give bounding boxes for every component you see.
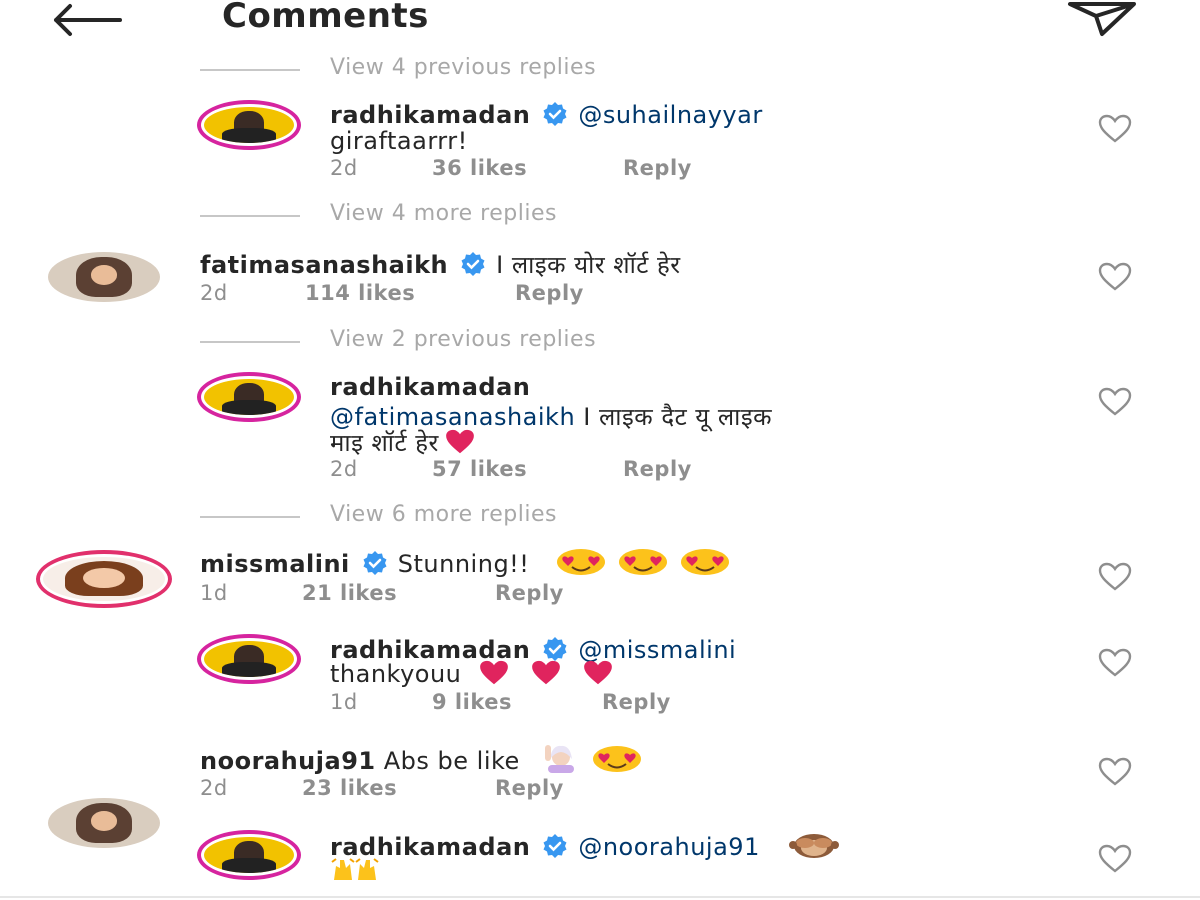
thread-line — [200, 69, 300, 71]
verified-badge-icon — [543, 102, 567, 126]
avatar[interactable] — [197, 100, 301, 150]
likes-count[interactable]: 36 likes — [432, 156, 527, 180]
verified-badge-icon — [543, 834, 567, 858]
comment-body: Abs be like — [383, 747, 520, 775]
thread-line — [200, 341, 300, 343]
mention-link[interactable]: @noorahuja91 — [578, 833, 760, 861]
like-heart-icon[interactable] — [1098, 648, 1132, 678]
avatar[interactable] — [36, 550, 172, 608]
like-heart-icon[interactable] — [1098, 387, 1132, 417]
mention-link[interactable]: @suhailnayyar — [578, 101, 762, 129]
reply-button[interactable]: Reply — [602, 690, 671, 714]
woman-raising-hand-emoji-icon — [538, 745, 588, 775]
username[interactable]: missmalini — [200, 550, 350, 578]
reply-button[interactable]: Reply — [495, 581, 564, 605]
comment-text: radhikamadan @suhailnayyar — [330, 101, 763, 129]
page-title: Comments — [222, 0, 429, 36]
avatar[interactable] — [197, 830, 301, 880]
red-heart-emoji-icon — [470, 660, 618, 688]
thread-line — [200, 215, 300, 217]
likes-count[interactable]: 114 likes — [305, 281, 415, 305]
verified-badge-icon — [461, 252, 485, 276]
reply-button[interactable]: Reply — [623, 156, 692, 180]
direct-message-icon[interactable] — [1066, 0, 1138, 38]
comment-text-line2: thankyouu — [330, 660, 618, 688]
reply-button[interactable]: Reply — [495, 776, 564, 800]
like-heart-icon[interactable] — [1098, 757, 1132, 787]
comment-text: radhikamadan @noorahuja91 — [330, 831, 840, 861]
username[interactable]: radhikamadan — [330, 833, 530, 861]
back-arrow-icon[interactable] — [50, 2, 122, 38]
timestamp: 2d — [200, 281, 228, 305]
likes-count[interactable]: 9 likes — [432, 690, 512, 714]
comment-body: thankyouu — [330, 660, 462, 688]
reply-button[interactable]: Reply — [515, 281, 584, 305]
avatar[interactable] — [48, 252, 160, 302]
reply-button[interactable]: Reply — [623, 457, 692, 481]
see-no-evil-monkey-emoji-icon — [784, 833, 840, 861]
like-heart-icon[interactable] — [1098, 262, 1132, 292]
comment-text: noorahuja91 Abs be like — [200, 743, 642, 775]
comment-body: giraftaarrr! — [330, 127, 468, 155]
verified-badge-icon — [363, 551, 387, 575]
username[interactable]: noorahuja91 — [200, 747, 376, 775]
username: radhikamadan — [330, 373, 531, 401]
like-heart-icon[interactable] — [1098, 844, 1132, 874]
username[interactable]: fatimasanashaikh — [200, 251, 448, 279]
verified-badge-icon — [543, 637, 567, 661]
like-heart-icon[interactable] — [1098, 114, 1132, 144]
divider — [0, 896, 1200, 898]
comment-body: Stunning!! — [397, 550, 530, 578]
timestamp: 1d — [330, 690, 358, 714]
timestamp: 2d — [200, 776, 228, 800]
raising-hands-emoji-icon — [330, 858, 380, 886]
likes-count[interactable]: 57 likes — [432, 457, 527, 481]
comment-text: fatimasanashaikh I लाइक योर शॉर्ट हेर — [200, 248, 681, 281]
avatar[interactable] — [197, 372, 301, 422]
likes-count[interactable]: 23 likes — [302, 776, 397, 800]
comment-body: I लाइक योर शॉर्ट हेर — [496, 251, 681, 279]
comment-text-line2: माइ शॉर्ट हेर — [330, 426, 477, 459]
timestamp: 2d — [330, 457, 358, 481]
heart-eyes-emoji-icon — [552, 549, 730, 578]
thread-line — [200, 516, 300, 518]
comment-text: missmalini Stunning!! — [200, 548, 730, 578]
red-heart-emoji-icon — [445, 429, 474, 454]
username[interactable]: radhikamadan — [330, 101, 530, 129]
comment-body: I लाइक दैट यू लाइक — [583, 403, 773, 431]
heart-eyes-emoji-icon — [588, 746, 642, 775]
avatar[interactable] — [197, 634, 301, 684]
likes-count[interactable]: 21 likes — [302, 581, 397, 605]
avatar[interactable] — [48, 798, 160, 848]
timestamp: 2d — [330, 156, 358, 180]
like-heart-icon[interactable] — [1098, 562, 1132, 592]
timestamp: 1d — [200, 581, 228, 605]
